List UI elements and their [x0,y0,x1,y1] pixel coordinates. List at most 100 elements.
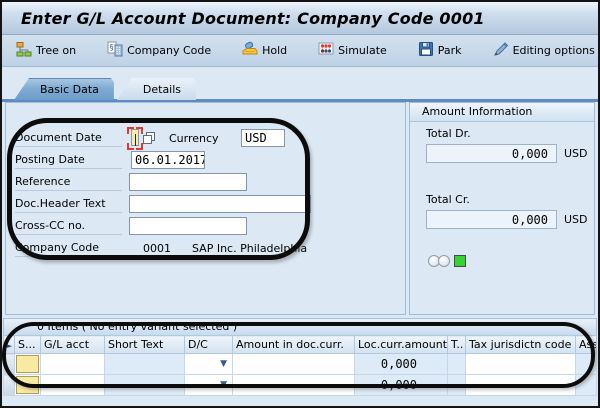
status-circle-icon [438,255,450,267]
assignment-cell [576,375,597,396]
status-green-square-icon [454,255,466,267]
basic-data-content: Document Date Currency USD [5,102,595,315]
tab-details[interactable]: Details [117,78,196,100]
chevron-down-icon[interactable]: ▼ [220,359,227,369]
tab-details-label: Details [143,83,181,96]
simulate-button[interactable]: Simulate [316,39,389,63]
total-dr-row: 0,000 USD [426,144,588,163]
total-cr-currency: USD [564,213,588,226]
total-dr-field: 0,000 [426,144,557,163]
status-cell-fill [16,355,39,373]
editing-options-button[interactable]: Editing options [491,39,597,63]
items-table-header-row: ► S... G/L acct Short Text D/C Amount in… [4,336,597,354]
currency-label: Currency [169,132,234,145]
items-header: 0 Items ( No entry variant selected ) [3,318,597,335]
short-text-cell [105,375,185,396]
total-cr-row: 0,000 USD [426,210,588,229]
loc-curr-amount-cell: 0,000 [355,375,448,396]
hold-icon [242,41,258,60]
document-date-label: Document Date [15,130,122,147]
cross-cc-row: Cross-CC no. [15,215,405,237]
chevron-down-icon[interactable]: ▼ [220,380,227,390]
posting-date-label: Posting Date [15,152,122,169]
balance-status-indicators [428,255,466,267]
application-toolbar: Tree on § Company Code Hold [2,35,598,67]
park-label: Park [438,44,462,57]
col-short-text[interactable]: Short Text [105,336,185,354]
copy-pages-icon [142,131,156,145]
col-tax-jurisdictn[interactable]: Tax jurisdictn code [466,336,576,354]
col-gl-acct[interactable]: G/L acct [41,336,105,354]
document-header-form: Document Date Currency USD [5,102,406,315]
company-code-button[interactable]: § Company Code [105,39,213,63]
row-selector[interactable] [4,375,15,396]
col-amount-doc-curr[interactable]: Amount in doc.curr. [233,336,355,354]
amount-information-header: Amount Information [410,103,594,122]
editing-options-label: Editing options [513,44,595,57]
date-picker-button[interactable] [141,130,157,146]
title-bar: Enter G/L Account Document: Company Code… [2,2,598,35]
focus-corner [136,143,143,150]
total-cr-label: Total Cr. [426,193,470,206]
total-dr-label: Total Dr. [426,127,471,140]
total-dr-currency: USD [564,147,588,160]
tax-jurisdictn-cell[interactable] [466,375,576,396]
focus-corner [127,143,134,150]
amount-doc-curr-cell[interactable] [233,375,355,396]
currency-input[interactable]: USD [241,129,285,147]
row-selector[interactable] [4,354,15,375]
page-title: Enter G/L Account Document: Company Code… [21,9,485,28]
dc-cell[interactable]: ▼ [185,375,233,396]
tree-on-button[interactable]: Tree on [14,39,78,63]
posting-date-row: Posting Date 06.01.2017 [15,149,405,171]
hold-button[interactable]: Hold [240,39,289,63]
tab-strip: Basic Data Details [14,78,199,100]
focus-corner [127,127,134,134]
gl-acct-cell[interactable] [41,375,105,396]
hold-label: Hold [262,44,287,57]
park-icon [418,41,434,60]
pencil-icon [493,41,509,60]
t-cell [448,375,466,396]
status-cell[interactable] [15,375,41,396]
amount-doc-curr-cell[interactable] [233,354,355,375]
simulate-icon [318,41,334,60]
tax-jurisdictn-cell[interactable] [466,354,576,375]
reference-label: Reference [15,174,122,191]
dc-cell[interactable]: ▼ [185,354,233,375]
company-name-value: SAP Inc. Philadelphia [192,242,307,255]
gl-acct-cell[interactable] [41,354,105,375]
company-code-row: Company Code 0001 SAP Inc. Philadelphia [15,237,405,259]
tab-basic-data-label: Basic Data [40,83,99,96]
doc-header-text-row: Doc.Header Text [15,193,405,215]
total-cr-field: 0,000 [426,210,557,229]
company-code-field-label: Company Code [15,240,122,257]
svg-text:§: § [110,43,114,52]
doc-header-text-label: Doc.Header Text [15,196,122,213]
sap-window: Enter G/L Account Document: Company Code… [0,0,600,408]
cross-cc-input[interactable] [129,217,247,235]
col-dc[interactable]: D/C [185,336,233,354]
tab-basic-data[interactable]: Basic Data [14,78,114,100]
company-code-icon: § [107,41,123,60]
item-row-2: ▼ 0,000 [4,375,597,396]
col-status[interactable]: S... [15,336,41,354]
short-text-cell [105,354,185,375]
amount-information-panel: Amount Information Total Dr. 0,000 USD T… [409,102,595,315]
assignment-cell [576,354,597,375]
company-code-label: Company Code [127,44,211,57]
col-t[interactable]: T.. [448,336,466,354]
tree-on-label: Tree on [36,44,76,57]
posting-date-input[interactable]: 06.01.2017 [131,151,205,169]
park-button[interactable]: Park [416,39,464,63]
reference-input[interactable] [129,173,247,191]
status-cell[interactable] [15,354,41,375]
simulate-label: Simulate [338,44,387,57]
col-loc-curr-amount[interactable]: Loc.curr.amount [355,336,448,354]
document-date-focus [131,131,139,146]
doc-header-text-input[interactable] [129,195,311,213]
row-selector-header[interactable]: ► [4,336,15,354]
item-row-1: ▼ 0,000 [4,354,597,375]
selector-arrow-icon: ► [7,342,12,350]
col-assignment[interactable]: Assi [576,336,597,354]
